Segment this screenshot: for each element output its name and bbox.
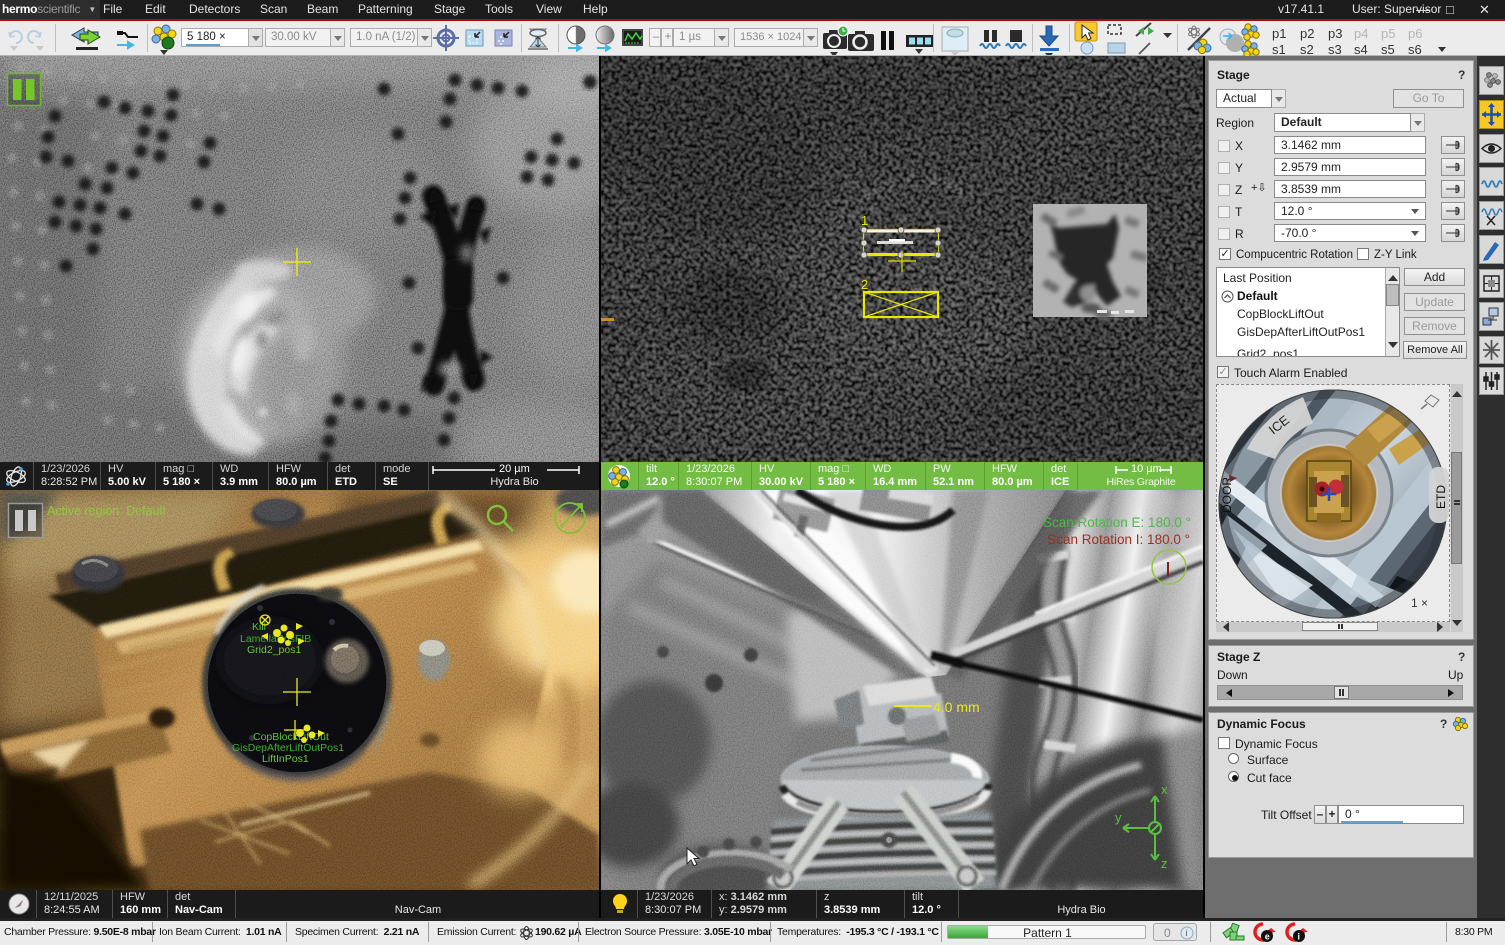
svg-text:1: 1	[861, 213, 868, 228]
svg-text:i: i	[1186, 928, 1188, 938]
svg-text:1 ×: 1 ×	[1411, 596, 1428, 610]
svg-text:ETD: ETD	[1434, 485, 1448, 509]
svg-text:DOOR: DOOR	[1220, 477, 1234, 513]
svg-text:Active region: Default: Active region: Default	[47, 504, 166, 518]
svg-text:i: i	[1298, 932, 1301, 942]
svg-text:e: e	[1265, 932, 1270, 942]
svg-text:2: 2	[861, 277, 868, 292]
